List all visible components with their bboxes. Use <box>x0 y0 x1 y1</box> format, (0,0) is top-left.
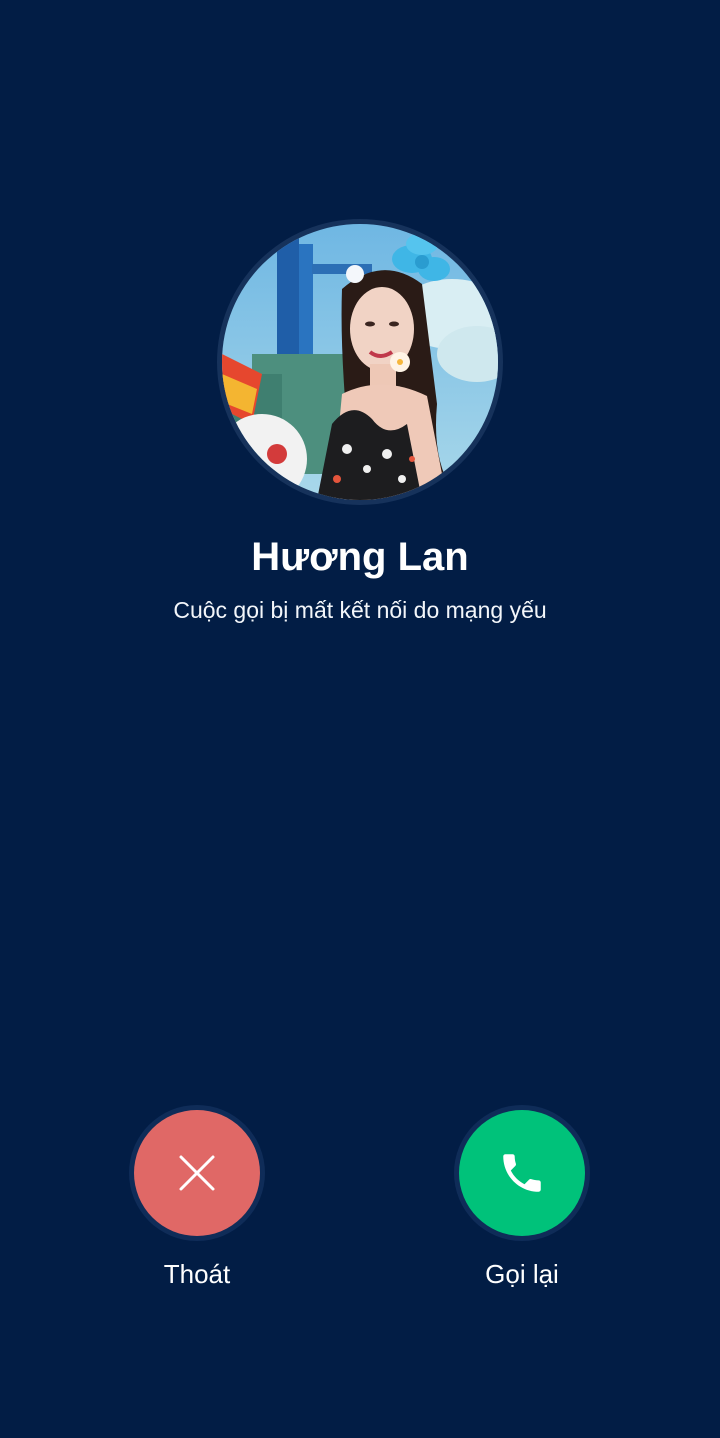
redial-action: Gọi lại <box>454 1105 590 1291</box>
redial-button-ring <box>454 1105 590 1241</box>
call-ended-screen: Hương Lan Cuộc gọi bị mất kết nối do mạn… <box>0 0 720 1438</box>
contact-name: Hương Lan <box>251 535 469 579</box>
close-icon <box>179 1155 215 1191</box>
exit-button[interactable] <box>134 1110 260 1236</box>
avatar <box>222 224 498 500</box>
exit-button-ring <box>129 1105 265 1241</box>
avatar-photo <box>222 224 498 500</box>
redial-button[interactable] <box>459 1110 585 1236</box>
exit-action: Thoát <box>129 1105 265 1291</box>
call-status-text: Cuộc gọi bị mất kết nối do mạng yếu <box>173 597 547 623</box>
avatar-ring <box>217 219 503 505</box>
phone-icon <box>503 1154 541 1192</box>
exit-label: Thoát <box>163 1259 231 1289</box>
redial-label: Gọi lại <box>485 1259 559 1289</box>
